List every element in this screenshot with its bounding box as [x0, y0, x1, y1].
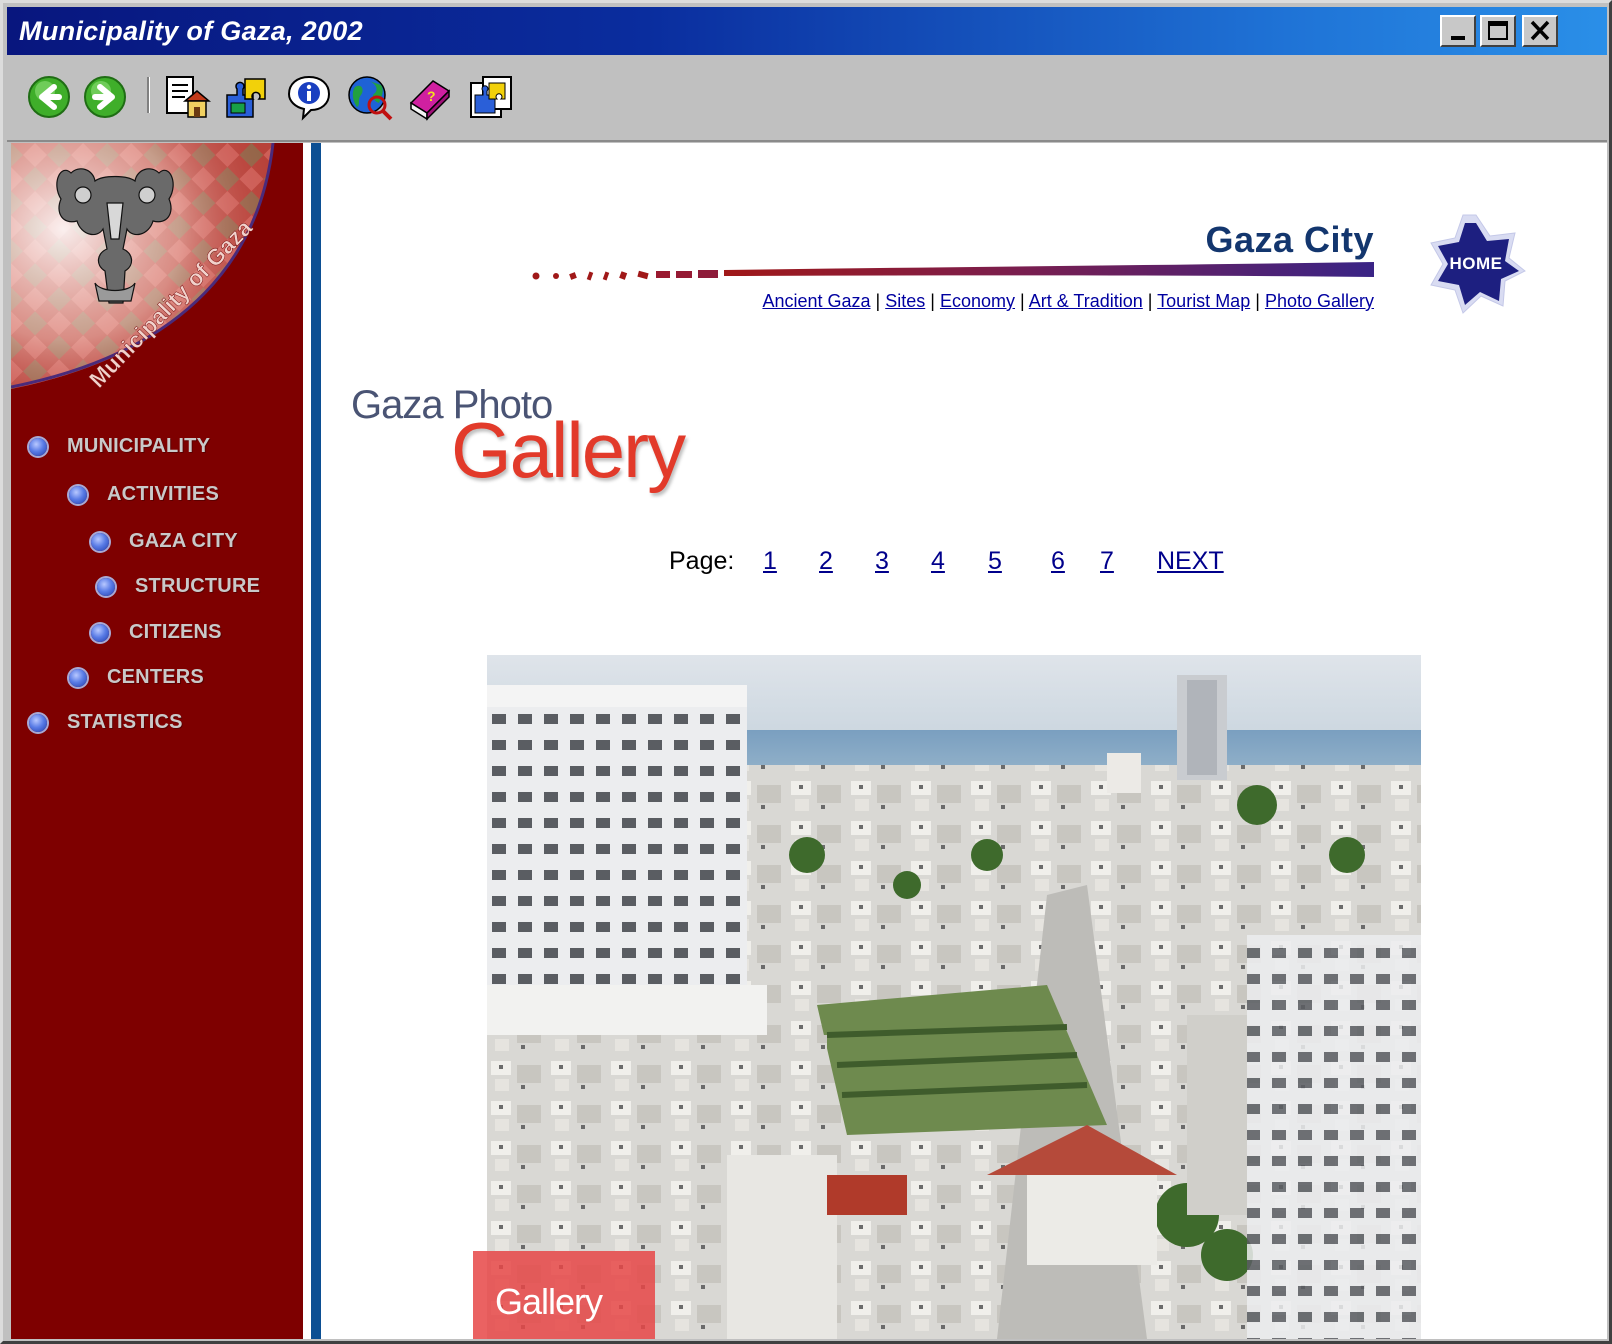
- title-bar[interactable]: Municipality of Gaza, 2002: [7, 7, 1607, 55]
- window-title: Municipality of Gaza, 2002: [19, 16, 363, 46]
- toolbar-separator: [147, 77, 150, 113]
- sidebar-item-activities[interactable]: ACTIVITIES: [69, 483, 219, 506]
- sidebar-item-label: STATISTICS: [67, 711, 183, 733]
- browser-window: Municipality of Gaza, 2002 ? Municipalit…: [0, 0, 1612, 1344]
- minimize-icon: [1451, 36, 1465, 40]
- sidebar-item-structure[interactable]: STRUCTURE: [97, 575, 260, 598]
- sidebar-divider: [303, 143, 311, 1339]
- close-icon: [1530, 20, 1550, 41]
- sidebar: Municipality of Gaza MUNICIPALITY ACTIVI…: [11, 143, 303, 1339]
- sidebar-item-label: CITIZENS: [129, 621, 222, 643]
- sidebar-item-centers[interactable]: CENTERS: [69, 666, 204, 689]
- bullet-icon: [29, 713, 47, 732]
- bullet-icon: [91, 623, 109, 642]
- bullet-icon: [91, 532, 109, 551]
- bullet-icon: [69, 668, 87, 687]
- page-link-2[interactable]: 2: [819, 547, 833, 576]
- page-content: Municipality of Gaza MUNICIPALITY ACTIVI…: [11, 143, 1607, 1339]
- sidebar-item-label: MUNICIPALITY: [67, 435, 211, 457]
- link-economy[interactable]: Economy: [940, 291, 1015, 311]
- link-separator: |: [1147, 291, 1153, 311]
- page-link-3[interactable]: 3: [875, 547, 889, 576]
- link-sites[interactable]: Sites: [885, 291, 925, 311]
- sidebar-item-label: ACTIVITIES: [107, 483, 220, 505]
- close-button[interactable]: [1522, 15, 1558, 47]
- title-swoosh: [532, 262, 1374, 281]
- municipality-logo[interactable]: Municipality of Gaza: [11, 143, 303, 393]
- sidebar-item-label: STRUCTURE: [135, 575, 261, 597]
- info-icon[interactable]: [285, 73, 333, 121]
- link-separator: |: [875, 291, 881, 311]
- back-arrow-icon[interactable]: [25, 73, 73, 121]
- bullet-icon: [69, 485, 87, 504]
- link-separator: |: [930, 291, 935, 311]
- home-document-icon[interactable]: [163, 73, 211, 121]
- gaza-city-photo[interactable]: [487, 655, 1421, 1339]
- link-ancient-gaza[interactable]: Ancient Gaza: [762, 291, 870, 311]
- maximize-icon: [1488, 21, 1508, 40]
- link-photo-gallery[interactable]: Photo Gallery: [1265, 291, 1374, 311]
- home-button[interactable]: HOME: [1423, 211, 1529, 317]
- photo-gallery-tag: Gallery: [473, 1251, 655, 1339]
- maximize-button[interactable]: [1480, 15, 1516, 47]
- bullet-icon: [97, 577, 115, 596]
- link-separator: |: [1255, 291, 1260, 311]
- sidebar-item-statistics[interactable]: STATISTICS: [29, 711, 183, 734]
- puzzle-icon[interactable]: [223, 73, 271, 121]
- link-tourist-map[interactable]: Tourist Map: [1157, 291, 1250, 311]
- puzzle-frame-icon[interactable]: [467, 73, 515, 121]
- globe-icon[interactable]: [345, 73, 393, 121]
- next-page-link[interactable]: NEXT: [1157, 547, 1224, 576]
- page-title: Gaza City: [1205, 219, 1374, 260]
- sidebar-item-municipality[interactable]: MUNICIPALITY: [29, 435, 210, 458]
- svg-text:?: ?: [427, 88, 436, 104]
- section-links: Ancient Gaza | Sites | Economy | Art & T…: [762, 291, 1374, 312]
- page-link-4[interactable]: 4: [931, 547, 945, 576]
- page-link-6[interactable]: 6: [1051, 547, 1065, 576]
- photo-gallery-tag-label: Gallery: [495, 1281, 603, 1322]
- bullet-icon: [29, 437, 47, 456]
- sidebar-divider-blue: [311, 143, 321, 1339]
- pager-label: Page:: [669, 547, 735, 575]
- gallery-logo-line2: Gallery: [451, 406, 686, 494]
- home-label: HOME: [1449, 254, 1503, 273]
- sidebar-item-label: GAZA CITY: [129, 530, 238, 552]
- sidebar-item-citizens[interactable]: CITIZENS: [91, 621, 222, 644]
- page-link-5[interactable]: 5: [988, 547, 1002, 576]
- page-link-7[interactable]: 7: [1100, 547, 1114, 576]
- page-link-1[interactable]: 1: [763, 547, 777, 576]
- sidebar-item-label: CENTERS: [107, 666, 204, 688]
- minimize-button[interactable]: [1440, 15, 1476, 47]
- link-separator: |: [1020, 291, 1025, 311]
- toolbar: ?: [7, 55, 1607, 142]
- forward-arrow-icon[interactable]: [81, 73, 129, 121]
- book-icon[interactable]: ?: [405, 73, 453, 121]
- sidebar-item-gaza-city[interactable]: GAZA CITY: [91, 530, 238, 553]
- link-art-tradition[interactable]: Art & Tradition: [1029, 291, 1143, 311]
